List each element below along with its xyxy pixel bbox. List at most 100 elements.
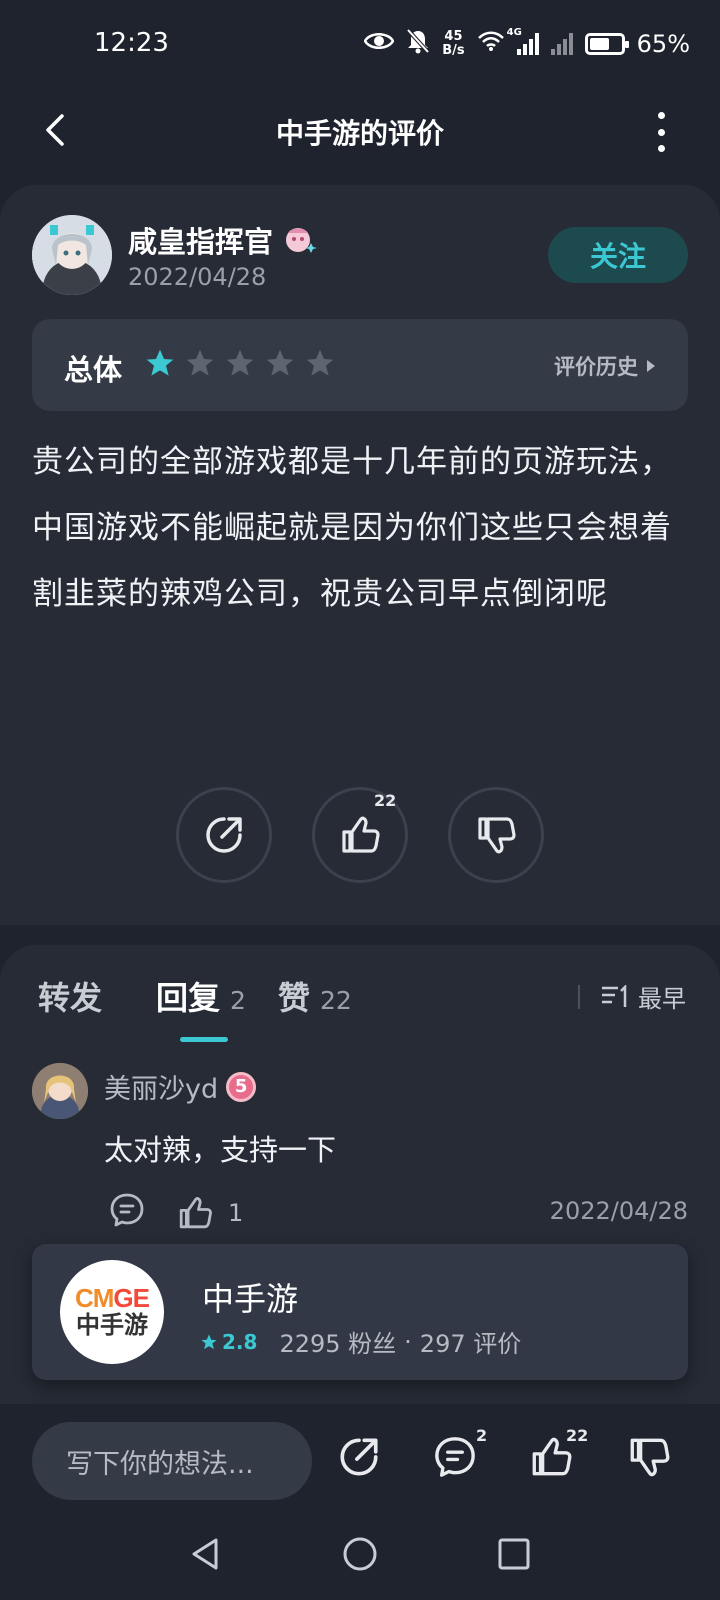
battery-percent: 65% xyxy=(636,30,690,58)
comment-avatar[interactable] xyxy=(32,1063,88,1119)
comment-author-row: 美丽沙yd 5 xyxy=(104,1067,257,1106)
status-bar: 12:23 45 B/s 4G 65% xyxy=(0,0,720,90)
tab-label: 回复 xyxy=(156,979,221,1017)
net-speed-unit: B/s xyxy=(442,43,465,58)
author-name[interactable]: 咸皇指挥官 xyxy=(128,219,273,261)
logo-text-cn: 中手游 xyxy=(76,1311,148,1339)
chat-bubble-icon xyxy=(435,1437,475,1477)
page-title: 中手游的评价 xyxy=(275,117,444,150)
more-dot-icon xyxy=(657,145,665,152)
share-button[interactable] xyxy=(176,787,272,883)
comment-input[interactable]: 写下你的想法... xyxy=(32,1422,312,1500)
cell-signal-icon: 4G xyxy=(507,27,539,55)
bottom-reply-count: 2 xyxy=(476,1426,488,1445)
sort-icon xyxy=(602,984,627,1007)
sort-label: 最早 xyxy=(638,985,686,1013)
review-history-link[interactable]: 评价历史 xyxy=(554,351,656,381)
author-name-row: 咸皇指挥官 xyxy=(128,219,318,261)
sort-control[interactable]: 最早 xyxy=(578,979,686,1014)
thumbs-up-icon xyxy=(342,816,380,853)
game-review-count: 297 评价 xyxy=(419,1330,522,1358)
signal-tag: 4G xyxy=(506,27,522,38)
bottom-share-button[interactable] xyxy=(336,1434,386,1484)
tab-count: 2 xyxy=(230,986,246,1015)
tab-reposts[interactable]: 转发 xyxy=(38,973,102,1019)
game-name: 中手游 xyxy=(202,1280,299,1318)
status-icons: 45 B/s 4G 65% xyxy=(363,27,690,60)
level-badge: 5 xyxy=(226,1071,257,1102)
dislike-button[interactable] xyxy=(448,787,544,883)
game-card[interactable]: CMGE 中手游 中手游 2.8 2295 粉丝 · 297 评价 xyxy=(32,1244,688,1380)
thumbs-down-icon xyxy=(478,817,516,854)
game-rating-value: 2.8 xyxy=(222,1329,258,1354)
net-speed: 45 B/s xyxy=(442,30,464,58)
eye-icon xyxy=(363,30,395,58)
bottom-like-count: 22 xyxy=(566,1426,589,1445)
tab-label: 赞 xyxy=(278,979,311,1017)
more-dot-icon xyxy=(657,112,665,119)
comment-like-count: 1 xyxy=(228,1199,244,1227)
triangle-right-icon xyxy=(647,360,655,372)
system-nav-bar xyxy=(0,1510,720,1600)
comment-text: 太对辣，支持一下 xyxy=(104,1133,337,1167)
nav-back-button[interactable] xyxy=(186,1534,226,1574)
more-dot-icon xyxy=(657,128,665,136)
bottom-action-bar: 写下你的想法... 2 22 xyxy=(0,1404,720,1510)
share-icon xyxy=(340,1438,378,1476)
rating-label: 总体 xyxy=(64,353,123,387)
bottom-dislike-button[interactable] xyxy=(626,1434,676,1484)
review-date: 2022/04/28 xyxy=(128,263,267,291)
rating-box: 总体 评价历史 xyxy=(32,319,688,411)
comment-like-button[interactable]: 1 xyxy=(176,1194,243,1232)
nav-home-button[interactable] xyxy=(340,1534,380,1574)
game-logo: CMGE 中手游 xyxy=(60,1260,164,1364)
chat-bubble-icon xyxy=(110,1193,144,1227)
game-rating: 2.8 xyxy=(200,1330,257,1354)
follow-button[interactable]: 关注 xyxy=(548,227,688,283)
thumbs-down-icon xyxy=(630,1438,670,1477)
meta-separator: · xyxy=(404,1327,412,1356)
star-empty-icon xyxy=(266,349,294,376)
star-empty-icon xyxy=(306,349,334,376)
like-count: 22 xyxy=(374,791,397,810)
triangle-back-icon xyxy=(192,1538,218,1570)
wifi-icon xyxy=(477,30,505,58)
comment-actions: 1 xyxy=(108,1191,243,1235)
circle-home-icon xyxy=(343,1537,377,1571)
tab-replies[interactable]: 回复 2 xyxy=(156,973,246,1019)
tab-label: 转发 xyxy=(38,979,103,1017)
author-avatar[interactable] xyxy=(32,215,112,295)
more-options-button[interactable] xyxy=(654,112,668,152)
nav-recents-button[interactable] xyxy=(494,1534,534,1574)
battery-icon xyxy=(584,33,629,55)
user-badge-icon xyxy=(283,225,318,255)
battery-fill xyxy=(589,38,610,50)
divider xyxy=(578,984,580,1009)
thumbs-up-icon xyxy=(179,1197,212,1229)
square-recents-icon xyxy=(498,1538,530,1570)
logo-text-cmge: CMGE xyxy=(74,1283,150,1313)
comment-author[interactable]: 美丽沙yd xyxy=(104,1067,218,1106)
share-icon xyxy=(206,817,242,853)
cell-signal-2-icon xyxy=(550,33,573,55)
header: 中手游的评价 xyxy=(0,90,720,170)
star-empty-icon xyxy=(186,349,214,376)
net-speed-value: 45 xyxy=(444,29,463,44)
star-empty-icon xyxy=(226,349,254,376)
game-meta: 2.8 2295 粉丝 · 297 评价 xyxy=(200,1324,521,1359)
review-history-label: 评价历史 xyxy=(554,355,638,379)
bottom-reply-button[interactable] xyxy=(432,1434,482,1484)
status-time: 12:23 xyxy=(94,28,169,58)
tab-count: 22 xyxy=(320,986,352,1015)
star-filled-icon xyxy=(146,349,174,376)
bell-off-icon xyxy=(406,28,430,60)
review-card: 咸皇指挥官 2022/04/28 关注 总体 评价历史 贵公司的全部游戏都是十几… xyxy=(0,185,720,925)
star-icon xyxy=(201,1334,217,1349)
rating-stars xyxy=(144,347,336,379)
game-followers: 2295 粉丝 xyxy=(279,1330,397,1358)
comment-reply-button[interactable] xyxy=(108,1191,146,1235)
tab-likes[interactable]: 赞 22 xyxy=(278,973,352,1019)
active-tab-indicator xyxy=(180,1037,228,1042)
review-text: 贵公司的全部游戏都是十几年前的页游玩法，中国游戏不能崛起就是因为你们这些只会想着… xyxy=(32,444,672,612)
comment-date: 2022/04/28 xyxy=(549,1197,688,1225)
